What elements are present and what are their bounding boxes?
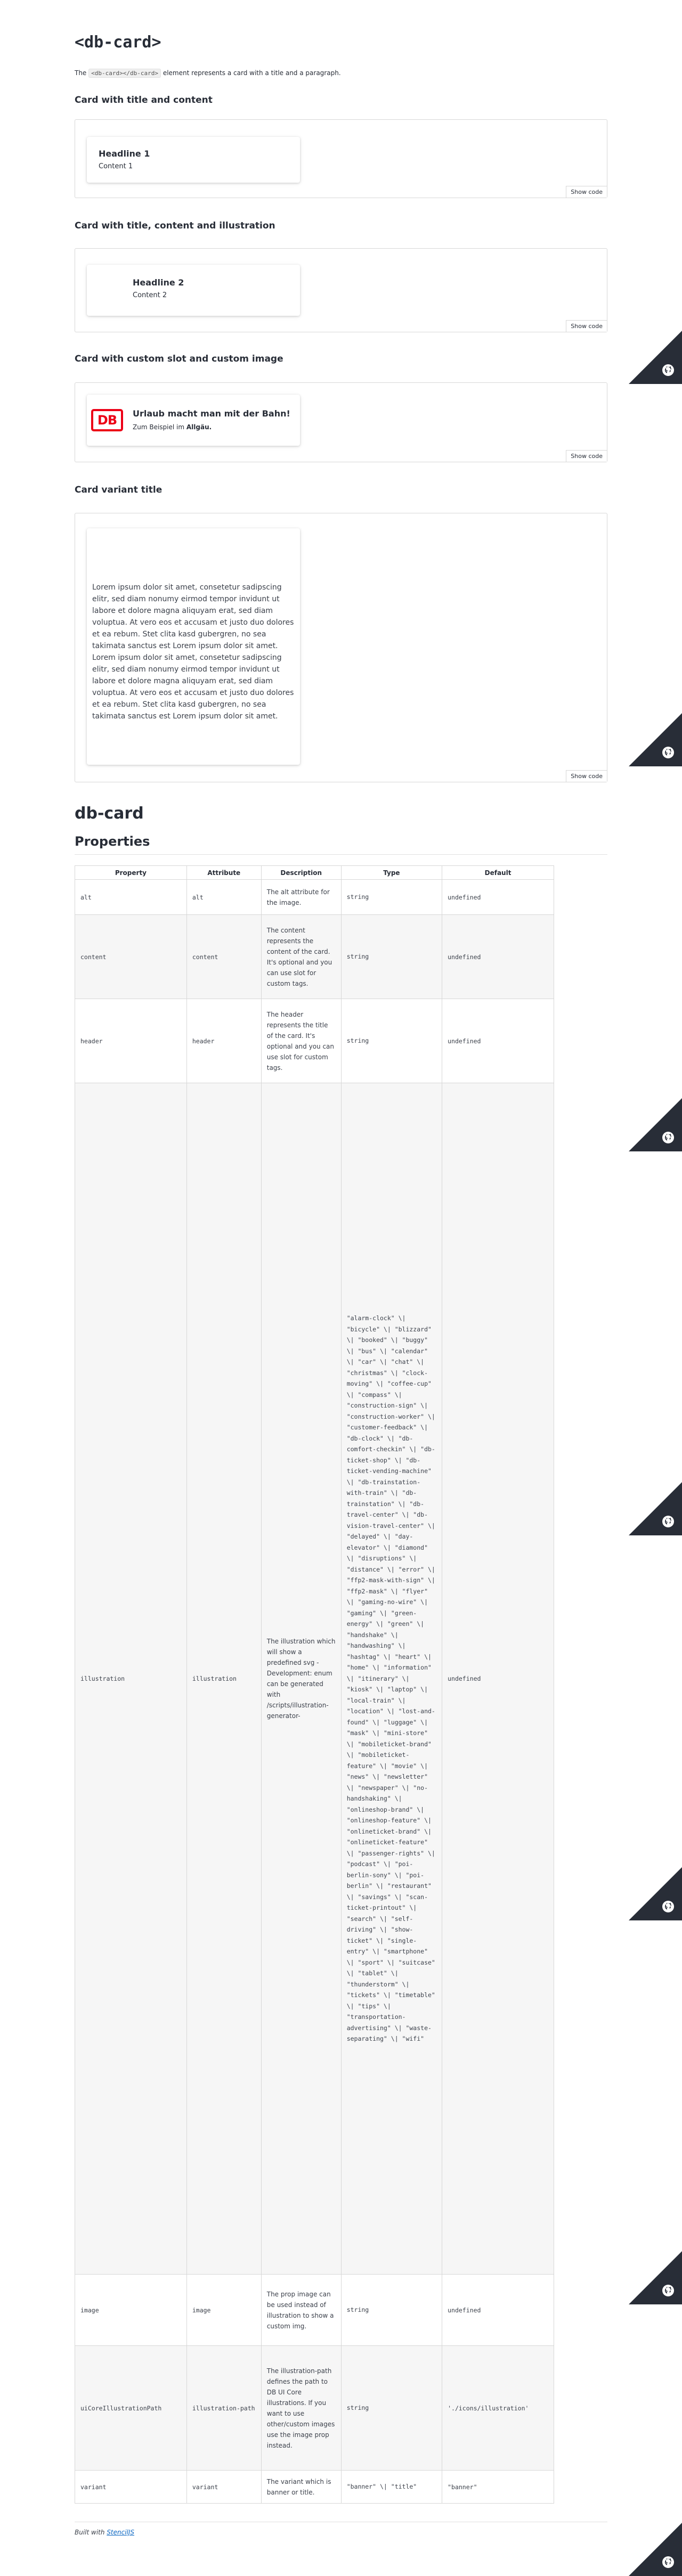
card-content: Lorem ipsum dolor sit amet, consetetur s… — [92, 583, 294, 721]
card-example-4: Lorem ipsum dolor sit amet, consetetur s… — [87, 528, 300, 765]
cell-default: undefined — [442, 1083, 554, 2275]
cell-default: undefined — [442, 2274, 554, 2346]
show-code-button[interactable]: Show code — [566, 320, 607, 332]
example-box-3: DB Urlaub macht man mit der Bahn! Zum Be… — [75, 382, 607, 462]
example-title-2: Card with title, content and illustratio… — [75, 220, 275, 231]
intro-text: The <db-card></db-card> element represen… — [75, 69, 341, 78]
cell-property: image — [75, 2274, 187, 2346]
cell-default: undefined — [442, 914, 554, 999]
cell-property: illustration — [75, 1083, 187, 2275]
cell-description: The prop image can be used instead of il… — [261, 2274, 342, 2346]
cell-property: header — [75, 999, 187, 1083]
table-header-row: Property Attribute Description Type Defa… — [75, 865, 554, 880]
cell-description: The content represents the content of th… — [261, 914, 342, 999]
example-box-4: Lorem ipsum dolor sit amet, consetetur s… — [75, 513, 607, 782]
cell-type: "alarm-clock" \| "bicycle" \| "blizzard"… — [340, 1083, 443, 2275]
component-title: db-card — [75, 804, 144, 823]
example-title-4: Card variant title — [75, 485, 163, 495]
table-row: variant variant The variant which is ban… — [75, 2470, 554, 2504]
cell-attribute: variant — [186, 2470, 262, 2504]
column-header-attribute: Attribute — [186, 865, 262, 880]
cell-default: undefined — [442, 879, 554, 915]
github-corner-icon[interactable] — [629, 1098, 682, 1151]
example-box-2: Headline 2 Content 2 Show code — [75, 248, 607, 332]
properties-table: Property Attribute Description Type Defa… — [75, 865, 554, 2504]
example-title-1: Card with title and content — [75, 95, 213, 105]
card-content: Content 1 — [99, 162, 133, 170]
cell-type: string — [340, 999, 443, 1083]
github-corner-icon[interactable] — [629, 2251, 682, 2304]
properties-title: Properties — [75, 834, 607, 855]
intro-suffix: element represents a card with a title a… — [163, 69, 341, 77]
cell-attribute: header — [186, 999, 262, 1083]
cell-attribute: alt — [186, 879, 262, 915]
card-content: Zum Beispiel im Allgäu. — [133, 423, 212, 431]
cell-type: string — [340, 879, 443, 915]
intro-code: <db-card></db-card> — [88, 69, 161, 78]
card-content-bold: Allgäu. — [186, 423, 212, 431]
table-row: content content The content represents t… — [75, 914, 554, 999]
card-headline: Urlaub macht man mit der Bahn! — [133, 408, 290, 419]
page-title: <db-card> — [75, 33, 161, 52]
db-logo-icon: DB — [91, 409, 123, 431]
table-row: header header The header represents the … — [75, 999, 554, 1083]
cell-description: The variant which is banner or title. — [261, 2470, 342, 2504]
cell-default: './icons/illustration' — [442, 2345, 554, 2471]
cell-description: The header represents the title of the c… — [261, 999, 342, 1083]
cell-type: "banner" \| "title" — [340, 2470, 443, 2504]
cell-attribute: illustration-path — [186, 2345, 262, 2471]
card-headline: Headline 2 — [133, 277, 184, 288]
table-row: uiCoreIllustrationPath illustration-path… — [75, 2345, 554, 2471]
footer-prefix: Built with — [75, 2529, 105, 2536]
show-code-button[interactable]: Show code — [566, 186, 607, 198]
column-header-description: Description — [261, 865, 342, 880]
table-row: illustration illustration The illustrati… — [75, 1083, 554, 2275]
table-row: image image The prop image can be used i… — [75, 2274, 554, 2346]
github-corner-icon[interactable] — [629, 1867, 682, 1920]
column-header-default: Default — [442, 865, 554, 880]
example-box-1: Headline 1 Content 1 Show code — [75, 119, 607, 198]
cell-description: The illustration-path defines the path t… — [261, 2345, 342, 2471]
card-content: Content 2 — [133, 291, 167, 299]
show-code-button[interactable]: Show code — [566, 770, 607, 782]
card-example-1: Headline 1 Content 1 — [87, 137, 300, 183]
cell-property: uiCoreIllustrationPath — [75, 2345, 187, 2471]
card-content-prefix: Zum Beispiel im — [133, 423, 185, 431]
cell-type: string — [340, 914, 443, 999]
cell-description: The alt attribute for the image. — [261, 879, 342, 915]
cell-description: The illustration which will show a prede… — [261, 1083, 342, 2275]
cell-property: content — [75, 914, 187, 999]
card-example-2: Headline 2 Content 2 — [87, 265, 300, 316]
github-corner-icon[interactable] — [629, 331, 682, 384]
show-code-button[interactable]: Show code — [566, 450, 607, 462]
cell-attribute: image — [186, 2274, 262, 2346]
github-corner-icon[interactable] — [629, 2523, 682, 2576]
stenciljs-link[interactable]: StencilJS — [107, 2529, 134, 2536]
column-header-type: Type — [340, 865, 443, 880]
column-header-property: Property — [75, 865, 187, 880]
cell-attribute: content — [186, 914, 262, 999]
github-corner-icon[interactable] — [629, 713, 682, 766]
cell-default: "banner" — [442, 2470, 554, 2504]
cell-property: variant — [75, 2470, 187, 2504]
cell-type: string — [340, 2345, 443, 2471]
cell-type: string — [340, 2274, 443, 2346]
table-row: alt alt The alt attribute for the image.… — [75, 879, 554, 915]
illustration-placeholder — [92, 275, 119, 305]
github-corner-icon[interactable] — [629, 1482, 682, 1535]
cell-property: alt — [75, 879, 187, 915]
card-example-3: DB Urlaub macht man mit der Bahn! Zum Be… — [87, 395, 300, 446]
cell-attribute: illustration — [186, 1083, 262, 2275]
intro-prefix: The — [75, 69, 87, 77]
card-headline: Headline 1 — [99, 149, 150, 159]
footer: Built with StencilJS — [75, 2522, 607, 2536]
cell-default: undefined — [442, 999, 554, 1083]
example-title-3: Card with custom slot and custom image — [75, 354, 283, 364]
